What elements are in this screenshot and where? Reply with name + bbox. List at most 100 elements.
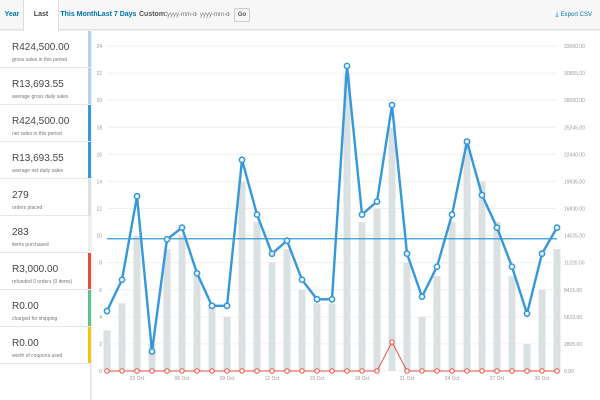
tab-year[interactable]: Year <box>0 0 24 30</box>
net-sales-point <box>328 295 336 303</box>
refunds-point <box>359 368 365 374</box>
tab-last-7-days[interactable]: Last 7 Days <box>97 0 137 30</box>
refunds-point <box>374 368 380 374</box>
chart-legend: R424,500.00 gross sales in this period R… <box>0 31 91 400</box>
refunds-point <box>449 368 455 374</box>
orders-bar <box>493 222 501 371</box>
legend-refunds[interactable]: R3,000.00 refunded 0 orders (0 items) <box>0 253 91 290</box>
orders-bar <box>418 316 426 371</box>
legend-description: refunded 0 orders (0 items) <box>12 279 73 285</box>
orders-bar <box>433 276 441 371</box>
export-csv-label: Export CSV <box>560 12 592 18</box>
legend-description: gross sales in this period <box>12 57 68 63</box>
legend-description: worth of coupons used <box>12 353 63 359</box>
x-axis-tick-label: 03 Oct <box>130 376 145 382</box>
legend-amount: R0.00 <box>12 338 39 349</box>
left-axis-tick-label: 16 <box>96 152 102 158</box>
net-sales-point <box>223 302 231 310</box>
refunds-point <box>344 368 350 374</box>
refunds-point <box>419 368 425 374</box>
report-range-bar: Year Last Month This Month Last 7 Days C… <box>0 0 600 48</box>
refunds-point <box>404 368 410 374</box>
refunds-point <box>104 368 110 374</box>
orders-bar <box>553 249 561 371</box>
custom-range-label: Custom: <box>139 11 168 18</box>
export-csv-button[interactable]: ⤓ Export CSV <box>556 0 592 30</box>
refunds-point <box>554 368 560 374</box>
refunds-point <box>494 368 500 374</box>
legend-description: orders placed <box>12 205 43 211</box>
legend-shipping[interactable]: R0.00 charged for shipping <box>0 290 91 327</box>
orders-bar <box>253 222 261 371</box>
tab-last-month[interactable]: Last Month <box>23 0 59 48</box>
orders-bar <box>178 235 186 371</box>
legend-orders-placed[interactable]: 279 orders placed <box>0 179 91 216</box>
left-axis-tick-label: 20 <box>96 98 102 104</box>
orders-bar <box>283 249 291 371</box>
left-axis-tick-label: 0 <box>99 369 102 375</box>
orders-bar <box>403 262 411 371</box>
refunds-point <box>314 368 320 374</box>
net-sales-point <box>103 307 111 315</box>
custom-to-date-input[interactable] <box>200 9 230 21</box>
go-button[interactable]: Go <box>234 8 250 22</box>
net-sales-point <box>298 276 306 284</box>
refunds-point <box>329 368 335 374</box>
orders-bar <box>268 262 276 371</box>
net-sales-point <box>238 156 246 164</box>
refunds-point <box>254 368 260 374</box>
sales-chart-svg: 0246810121416182022240.002805.005610.008… <box>96 44 585 382</box>
sales-chart: 0 2 4 6 8 10 12 14 16 18 20 22 24 0.00 2805.00 5610.00 8… <box>92 31 600 400</box>
net-sales-point <box>403 250 411 258</box>
refunds-point <box>209 368 215 374</box>
refunds-point <box>479 368 485 374</box>
legend-coupons[interactable]: R0.00 worth of coupons used <box>0 327 91 364</box>
net-sales-point <box>343 62 351 70</box>
net-sales-point <box>313 295 321 303</box>
net-sales-point <box>523 310 531 318</box>
legend-description: average gross daily sales <box>12 94 69 100</box>
legend-amount: R0.00 <box>12 301 39 312</box>
legend-amount: R3,000.00 <box>12 264 59 275</box>
right-axis-tick-label: 25245.00 <box>564 125 585 131</box>
left-axis-tick-label: 8 <box>99 261 102 267</box>
right-axis-tick-label: 5610.00 <box>564 315 582 321</box>
net-sales-point <box>148 348 156 355</box>
right-axis-tick-label: 11220.00 <box>564 261 585 267</box>
net-sales-point <box>373 198 381 205</box>
legend-net-sales[interactable]: R424,500.00 net sales in this period <box>0 105 91 142</box>
right-axis-tick-label: 2805.00 <box>564 342 582 348</box>
right-axis-tick-label: 33660.00 <box>564 44 585 50</box>
left-axis-tick-label: 14 <box>96 179 102 185</box>
custom-from-date-input[interactable] <box>167 9 197 21</box>
legend-color-bar <box>88 327 91 363</box>
legend-amount: R424,500.00 <box>12 42 70 53</box>
orders-bar <box>388 127 396 371</box>
right-axis-tick-label: 22440.00 <box>564 152 585 158</box>
legend-average-gross-sales[interactable]: R13,693.55 average gross daily sales <box>0 68 91 105</box>
legend-average-net-sales[interactable]: R13,693.55 average net daily sales <box>0 142 91 179</box>
orders-bar <box>163 249 171 371</box>
x-axis-tick-label: 24 Oct <box>445 376 460 382</box>
tab-this-month[interactable]: This Month <box>60 0 98 30</box>
x-axis-tick-label: 15 Oct <box>310 376 325 382</box>
legend-color-bar <box>88 290 91 326</box>
refunds-point <box>509 368 515 374</box>
net-sales-point <box>133 192 141 200</box>
left-axis-tick-label: 12 <box>96 207 102 213</box>
right-axis-tick-label: 0.00 <box>564 369 574 375</box>
refunds-point <box>239 368 245 374</box>
legend-gross-sales[interactable]: R424,500.00 gross sales in this period <box>0 31 91 68</box>
legend-items-purchased[interactable]: 283 items purchased <box>0 216 91 253</box>
orders-bar <box>238 181 246 371</box>
refunds-point <box>149 368 155 374</box>
legend-amount: 279 <box>12 190 29 201</box>
right-axis-tick-label: 30855.00 <box>564 71 585 77</box>
legend-color-bar <box>88 105 91 141</box>
right-axis-tick-label: 14025.00 <box>564 234 585 240</box>
refunds-point <box>299 368 305 374</box>
net-sales-point <box>508 263 516 271</box>
refunds-point <box>464 368 470 374</box>
orders-bar <box>463 140 471 371</box>
orders-bar <box>478 181 486 371</box>
